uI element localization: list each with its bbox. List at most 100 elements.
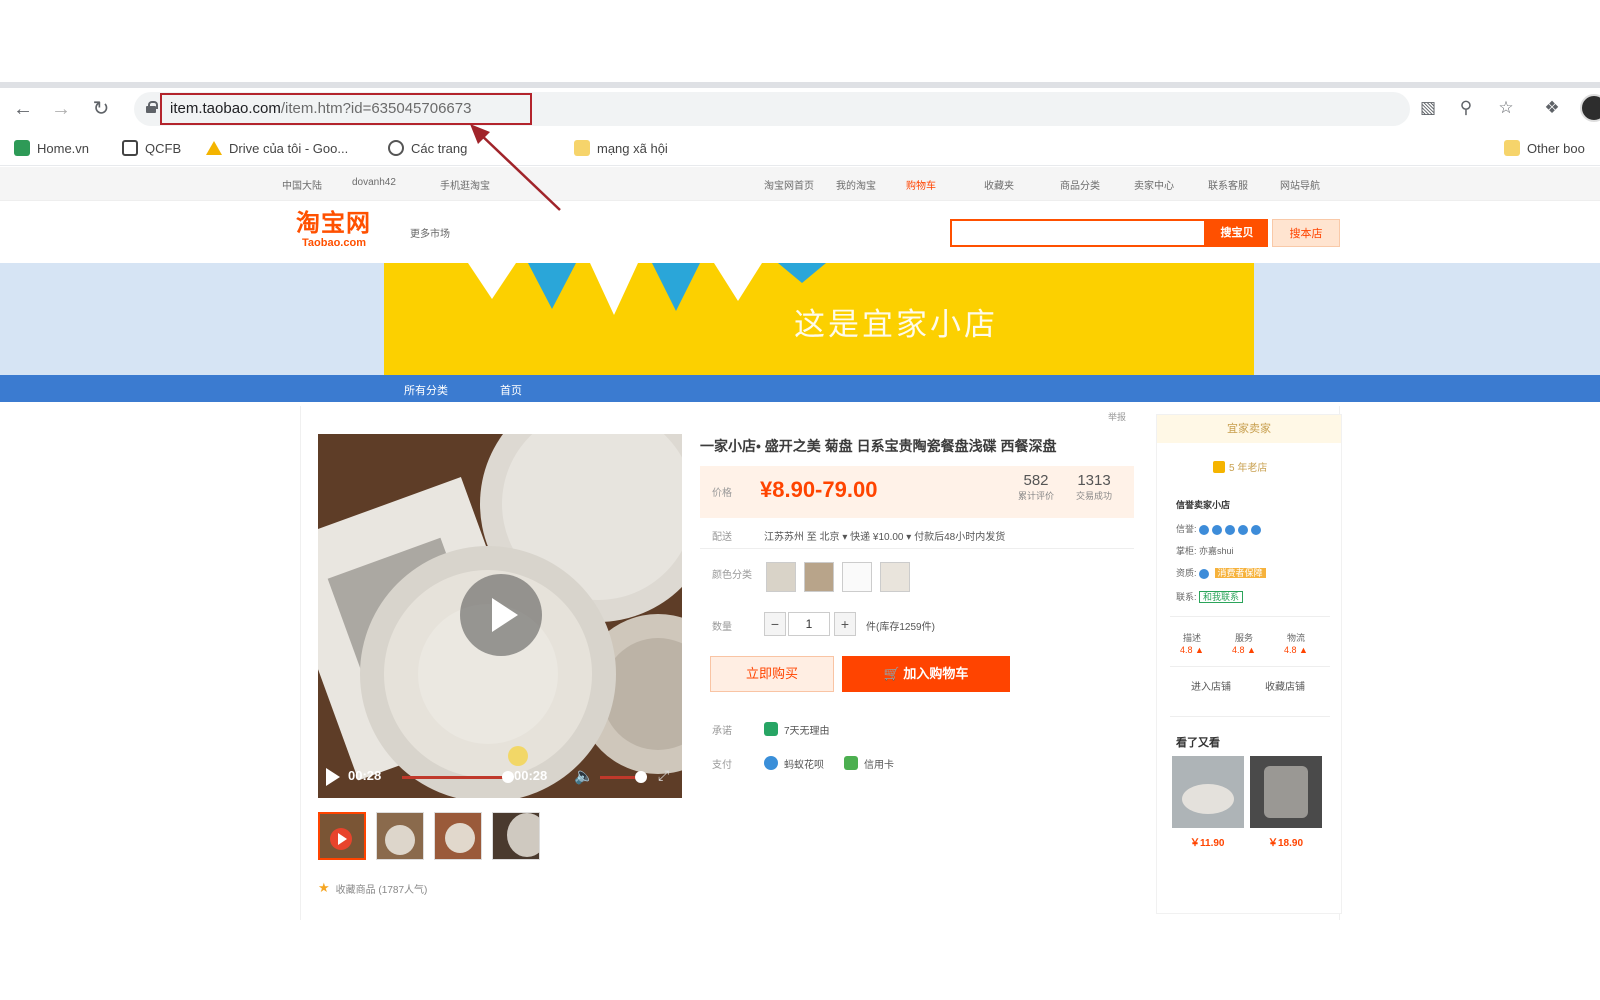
translate-icon[interactable]: ▧ xyxy=(1416,96,1440,120)
shop-contact-row: 联系: 和我联系 xyxy=(1176,590,1244,603)
enter-shop-button[interactable]: 进入店铺 xyxy=(1176,678,1246,698)
more-markets-dropdown[interactable]: 更多市场 xyxy=(410,225,450,240)
report-link[interactable]: 举报 xyxy=(1108,410,1126,423)
favorite-shop-button[interactable]: 收藏店铺 xyxy=(1250,678,1320,698)
price-box: 价格 ¥8.90-79.00 582 累计评价 1313 交易成功 xyxy=(700,466,1134,518)
video-progress-bar[interactable] xyxy=(402,776,508,779)
star-icon[interactable]: ☆ xyxy=(1494,96,1518,120)
nav-cart-link[interactable]: 购物车 xyxy=(906,177,936,192)
address-bar[interactable]: item.taobao.com/item.htm?id=635045706673 xyxy=(134,92,1410,126)
page: ← → ↻ item.taobao.com/item.htm?id=635045… xyxy=(0,0,1600,1000)
nav-home-link[interactable]: 淘宝网首页 xyxy=(764,177,814,192)
score-value: 4.8 ▲ xyxy=(1180,645,1204,655)
pennant-flag xyxy=(714,263,762,301)
region-link[interactable]: 中国大陆 xyxy=(282,177,322,192)
profile-avatar[interactable] xyxy=(1580,94,1600,122)
browser-toolbar: ← → ↻ item.taobao.com/item.htm?id=635045… xyxy=(0,88,1600,130)
sku-option[interactable] xyxy=(880,562,910,592)
shipping-options[interactable]: 江苏苏州 至 北京 ▾ 快递 ¥10.00 ▾ 付款后48小时内发货 xyxy=(764,528,1005,543)
add-to-cart-button[interactable]: 🛒 加入购物车 xyxy=(842,656,1010,692)
viewed-item-image[interactable] xyxy=(1172,756,1244,828)
color-label: 颜色分类 xyxy=(712,570,752,581)
folder-icon xyxy=(574,140,590,156)
volume-icon[interactable]: 🔈 xyxy=(574,768,594,786)
huabei-icon xyxy=(764,756,778,770)
homevn-icon xyxy=(14,140,30,156)
bookmark-homevn[interactable]: Home.vn xyxy=(14,138,89,158)
reload-icon[interactable]: ↻ xyxy=(88,96,114,122)
bookmark-mang-xa-hoi[interactable]: mạng xã hội xyxy=(574,138,668,158)
search-input[interactable] xyxy=(950,219,1206,247)
product-video[interactable]: 00:28 00:28 🔈 ⤢ xyxy=(318,434,682,798)
score-label: 服务 xyxy=(1234,633,1253,643)
sku-option[interactable] xyxy=(842,562,872,592)
row-label: 资质: xyxy=(1176,568,1197,578)
extensions-icon[interactable]: ❖ xyxy=(1540,96,1564,120)
bookmark-drive[interactable]: Drive của tôi - Goo... xyxy=(206,138,348,158)
shop-credit-row: 信誉: xyxy=(1176,522,1264,535)
nav-favorites-link[interactable]: 收藏夹 xyxy=(984,177,1014,192)
nav-seller-link[interactable]: 卖家中心 xyxy=(1134,177,1174,192)
video-duration: 00:28 xyxy=(514,768,548,783)
quantity-decrease-button[interactable]: − xyxy=(764,612,786,636)
search-shop-button[interactable]: 搜本店 xyxy=(1272,219,1340,247)
shop-name[interactable]: 信誉卖家小店 xyxy=(1176,498,1230,511)
product-thumbnails xyxy=(318,812,540,862)
product-title: 一家小店• 盛开之美 菊盘 日系宝贵陶瓷餐盘浅碟 西餐深盘 xyxy=(700,438,1057,454)
sku-option[interactable] xyxy=(804,562,834,592)
promise-text[interactable]: 7天无理由 xyxy=(784,722,830,737)
buy-now-button[interactable]: 立即购买 xyxy=(710,656,834,692)
logo-text: 淘宝网 xyxy=(296,210,371,237)
shop-nav-all-categories[interactable]: 所有分类 xyxy=(404,382,448,398)
score-service: 服务 4.8 ▲ xyxy=(1232,632,1256,656)
sku-option[interactable] xyxy=(766,562,796,592)
shop-years-text: 5 年老店 xyxy=(1229,463,1268,474)
nav-categories-link[interactable]: 商品分类 xyxy=(1060,177,1100,192)
thumbnail-image[interactable] xyxy=(376,812,424,860)
nav-my-taobao-link[interactable]: 我的淘宝 xyxy=(836,177,876,192)
thumbnail-image[interactable] xyxy=(434,812,482,860)
forward-icon[interactable]: → xyxy=(48,96,74,122)
reviews-count: 582 xyxy=(1023,472,1049,489)
price-value: ¥8.90-79.00 xyxy=(760,477,878,502)
thumbnail-video[interactable] xyxy=(318,812,366,860)
logo-subtext: Taobao.com xyxy=(302,237,366,249)
volume-knob[interactable] xyxy=(635,771,647,783)
taobao-logo[interactable]: 淘宝网 Taobao.com xyxy=(296,211,386,251)
back-icon[interactable]: ← xyxy=(10,96,36,122)
seven-day-icon xyxy=(764,722,778,736)
viewed-item-image[interactable] xyxy=(1250,756,1322,828)
zoom-icon[interactable]: ⚲ xyxy=(1454,96,1478,120)
search-button[interactable]: 搜宝贝 xyxy=(1206,219,1268,247)
fullscreen-icon[interactable]: ⤢ xyxy=(658,767,674,783)
payment-credit-card: 信用卡 xyxy=(864,760,894,771)
video-progress-knob[interactable] xyxy=(502,771,514,783)
shop-nav-home[interactable]: 首页 xyxy=(500,382,522,398)
divider xyxy=(1170,616,1330,617)
bookmark-qcfb[interactable]: QCFB xyxy=(122,138,181,158)
quantity-input[interactable]: 1 xyxy=(788,612,830,636)
site-header: 淘宝网 Taobao.com 更多市场 搜宝贝 搜本店 xyxy=(0,201,1600,263)
thumbnail-image[interactable] xyxy=(492,812,540,860)
row-label: 掌柜: xyxy=(1176,546,1197,556)
contact-seller-button[interactable]: 和我联系 xyxy=(1199,591,1244,603)
qcfb-icon xyxy=(122,140,138,156)
nav-sitemap-link[interactable]: 网站导航 xyxy=(1280,177,1320,192)
reviews-stat[interactable]: 582 累计评价 xyxy=(1018,472,1054,502)
pennant-flag xyxy=(590,263,638,315)
play-icon[interactable] xyxy=(460,574,542,656)
user-link[interactable]: dovanh42 xyxy=(352,177,396,188)
bookmark-other[interactable]: Other boo xyxy=(1504,138,1585,158)
score-logistics: 物流 4.8 ▲ xyxy=(1284,632,1308,656)
nav-service-link[interactable]: 联系客服 xyxy=(1208,177,1248,192)
stock-text: 件(库存1259件) xyxy=(866,622,935,633)
diamond-icon xyxy=(1225,524,1236,535)
bookmark-cac-trang[interactable]: Các trang xyxy=(388,138,467,158)
favorite-product[interactable]: ★ 收藏商品 (1787人气) xyxy=(318,880,427,896)
bookmark-label: Other boo xyxy=(1527,140,1585,156)
divider xyxy=(1170,716,1330,717)
quantity-increase-button[interactable]: + xyxy=(834,612,856,636)
video-play-icon[interactable] xyxy=(326,768,340,786)
reviews-label: 累计评价 xyxy=(1018,491,1055,501)
shop-years: 5 年老店 xyxy=(1213,459,1267,474)
